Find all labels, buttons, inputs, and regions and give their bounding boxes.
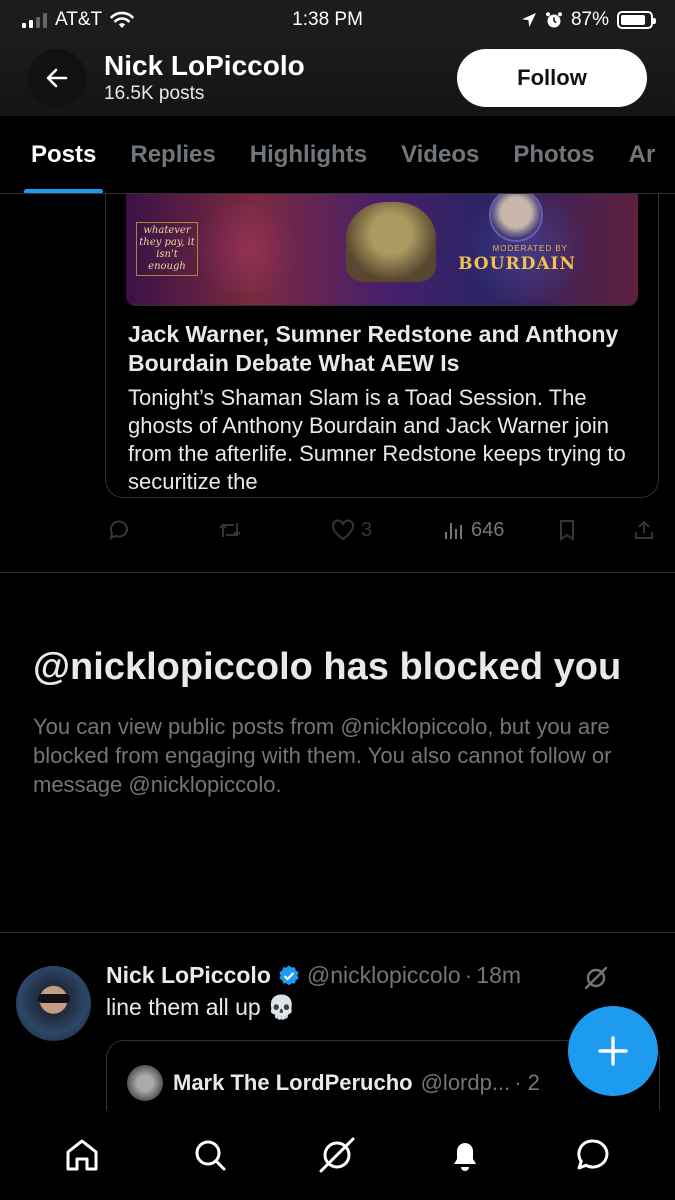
tweet-time: 18m	[476, 962, 522, 988]
post-actions: 3 646	[105, 512, 660, 548]
arrow-left-icon	[46, 68, 68, 88]
tab-highlights[interactable]: Highlights	[250, 116, 367, 193]
grok-icon[interactable]	[582, 964, 610, 992]
status-left: AT&T	[22, 9, 134, 31]
tab-articles[interactable]: Ar	[629, 116, 656, 193]
messages-icon	[577, 1139, 609, 1170]
bookmark-icon	[560, 520, 574, 541]
wifi-icon	[110, 11, 134, 28]
tweet-handle[interactable]: @nicklopiccolo	[307, 962, 461, 989]
back-button[interactable]	[28, 49, 86, 107]
tweet-separator: ·	[464, 962, 473, 988]
profile-name: Nick LoPiccolo	[104, 50, 305, 81]
like-button[interactable]: 3	[331, 519, 372, 542]
quoted-time: · 2	[514, 1070, 540, 1095]
nav-notifications[interactable]	[430, 1120, 500, 1190]
repost-icon	[219, 523, 241, 537]
card-body: Jack Warner, Sumner Redstone and Anthony…	[106, 306, 658, 496]
tweet-author-name[interactable]: Nick LoPiccolo	[106, 962, 271, 989]
verified-badge-icon	[279, 965, 299, 985]
card-description: Tonight’s Shaman Slam is a Toad Session.…	[128, 385, 626, 494]
share-icon	[635, 520, 653, 539]
search-icon	[195, 1140, 226, 1171]
carrier-label: AT&T	[55, 9, 103, 30]
repost-button[interactable]	[217, 519, 243, 541]
views-count: 646	[471, 518, 505, 541]
quoted-avatar	[127, 1065, 163, 1101]
divider	[0, 932, 675, 933]
quoted-handle: @lordp...	[420, 1070, 511, 1095]
share-button[interactable]	[633, 519, 655, 541]
tab-replies[interactable]: Replies	[130, 116, 215, 193]
grok-icon	[319, 1137, 355, 1173]
card-image-caption: whatever they pay, it isn't enough	[136, 222, 198, 276]
tab-videos[interactable]: Videos	[401, 116, 479, 193]
tweet-text: line them all up 💀	[106, 994, 296, 1020]
location-icon	[521, 13, 536, 27]
nav-home[interactable]	[47, 1120, 117, 1190]
plus-icon	[598, 1036, 628, 1066]
avatar[interactable]	[16, 966, 91, 1041]
battery-percent: 87%	[570, 9, 609, 30]
quoted-tweet-header: Mark The LordPerucho @lordp... · 2	[127, 1065, 540, 1101]
quoted-author-name: Mark The LordPerucho	[173, 1070, 413, 1095]
link-preview-card[interactable]: whatever they pay, it isn't enough MODER…	[105, 194, 659, 498]
card-image-bourdain: BOURDAIN	[458, 254, 576, 274]
card-title: Jack Warner, Sumner Redstone and Anthony…	[128, 321, 619, 376]
card-image: whatever they pay, it isn't enough MODER…	[126, 194, 638, 306]
bookmark-button[interactable]	[557, 519, 577, 541]
like-count: 3	[361, 518, 373, 541]
toad-figure	[346, 202, 436, 282]
clock: 1:38 PM	[292, 9, 363, 30]
battery-icon	[616, 11, 656, 29]
follow-button[interactable]: Follow	[457, 49, 647, 107]
profile-title-block: Nick LoPiccolo 16.5K posts	[104, 50, 457, 106]
bottom-nav	[0, 1110, 675, 1200]
alarm-icon	[545, 12, 562, 28]
nav-search[interactable]	[175, 1120, 245, 1190]
card-image-moderated: MODERATED BY	[492, 244, 568, 253]
tweet-header: Nick LoPiccolo @nicklopiccolo · 18m	[106, 962, 521, 989]
home-icon	[66, 1139, 98, 1171]
profile-header: Nick LoPiccolo 16.5K posts Follow	[0, 40, 675, 116]
reply-icon	[109, 520, 128, 540]
blocked-description: You can view public posts from @nicklopi…	[33, 714, 612, 797]
views-icon	[445, 523, 462, 539]
status-right: 87%	[521, 9, 656, 31]
status-bar: AT&T 1:38 PM 87%	[0, 0, 675, 40]
views-button[interactable]: 646	[443, 519, 504, 542]
post-count: 16.5K posts	[104, 83, 205, 104]
heart-icon	[332, 519, 354, 541]
profile-tabs: Posts Replies Highlights Videos Photos A…	[0, 116, 675, 194]
signal-icon	[22, 12, 47, 28]
divider	[0, 572, 675, 573]
blocked-notice: @nicklopiccolo has blocked you You can v…	[33, 640, 643, 799]
nav-messages[interactable]	[558, 1120, 628, 1190]
reply-button[interactable]	[107, 518, 131, 542]
compose-button[interactable]	[568, 1006, 658, 1096]
tab-photos[interactable]: Photos	[513, 116, 594, 193]
tab-posts[interactable]: Posts	[23, 116, 104, 193]
blocked-title: @nicklopiccolo has blocked you	[33, 646, 622, 688]
nav-grok[interactable]	[302, 1120, 372, 1190]
notifications-icon	[454, 1143, 477, 1171]
